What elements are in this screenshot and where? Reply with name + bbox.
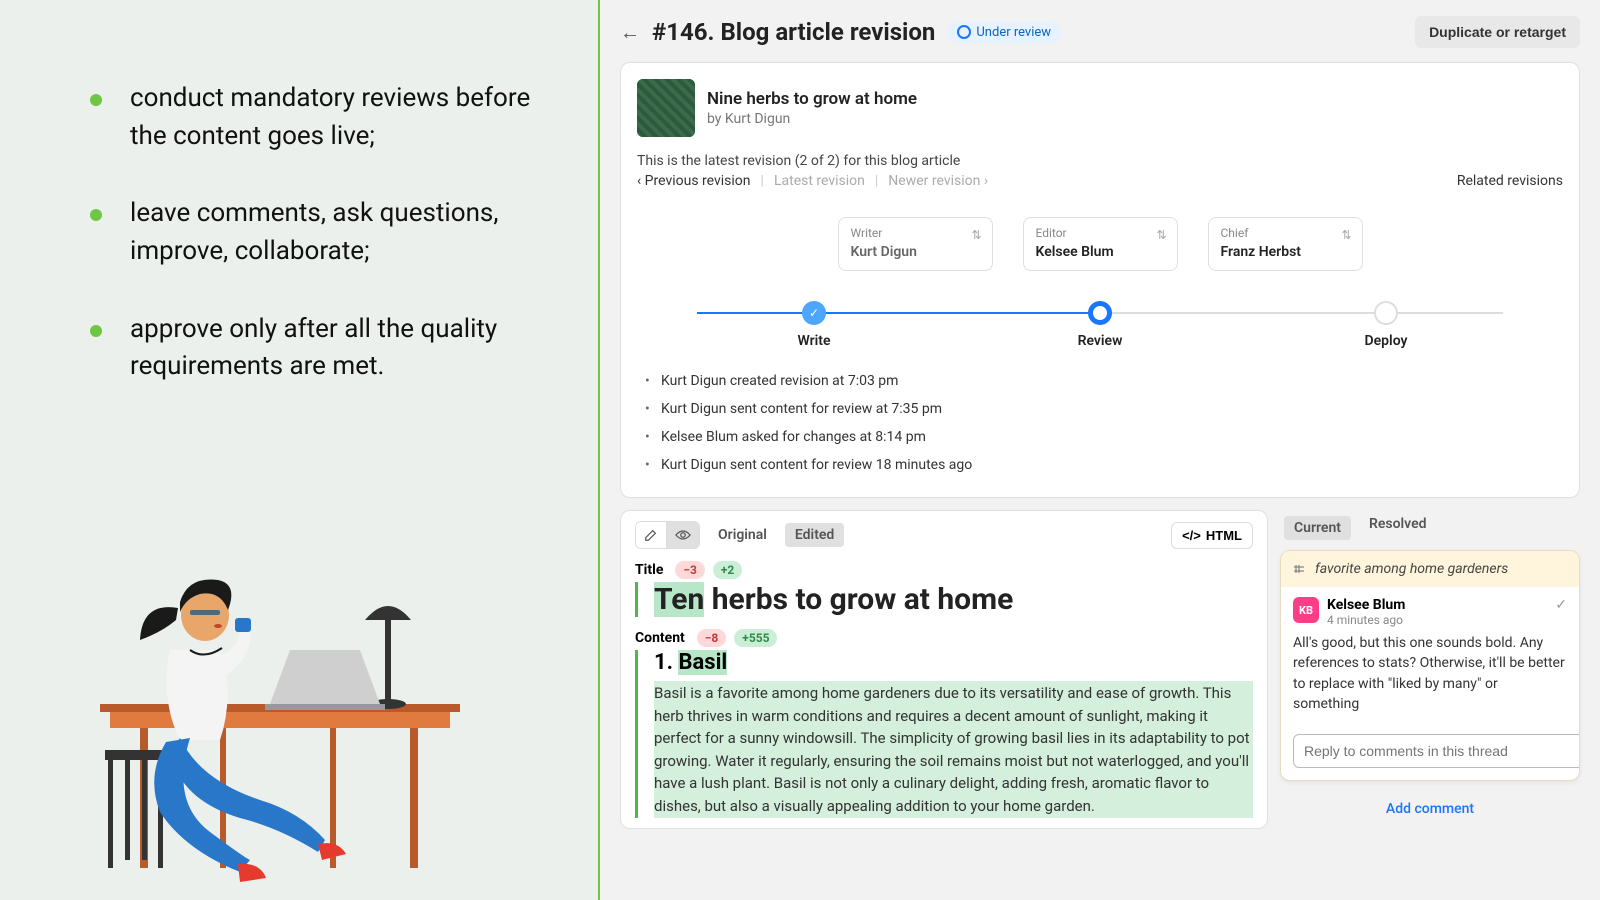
bullet-item: leave comments, ask questions, improve, … bbox=[90, 195, 548, 270]
quote-icon bbox=[1293, 563, 1307, 575]
comments-tab-resolved[interactable]: Resolved bbox=[1369, 516, 1427, 540]
status-badge: Under review bbox=[947, 22, 1061, 43]
edit-mode-button[interactable] bbox=[636, 522, 667, 548]
newer-revision-link: Newer revision › bbox=[888, 173, 988, 189]
step-deploy-dot bbox=[1374, 301, 1398, 325]
activity-item: Kurt Digun created revision at 7:03 pm bbox=[645, 367, 1555, 395]
content-diff-removed: −8 bbox=[697, 629, 727, 647]
prev-revision-link[interactable]: ‹ Previous revision bbox=[637, 173, 751, 189]
resolve-check-icon[interactable]: ✓ bbox=[1555, 597, 1567, 613]
html-view-button[interactable]: </>HTML bbox=[1171, 522, 1253, 549]
duplicate-button[interactable]: Duplicate or retarget bbox=[1415, 16, 1580, 48]
chevron-updown-icon: ⇅ bbox=[1156, 228, 1166, 242]
role-writer[interactable]: ⇅ Writer Kurt Digun bbox=[838, 217, 993, 271]
avatar: KB bbox=[1293, 597, 1319, 623]
content-paragraph: Basil is a favorite among home gardeners… bbox=[654, 681, 1253, 818]
article-byline: by Kurt Digun bbox=[707, 111, 917, 127]
comment-reference: favorite among home gardeners bbox=[1315, 561, 1508, 577]
back-arrow-icon[interactable]: ← bbox=[620, 20, 640, 45]
preview-mode-button[interactable] bbox=[667, 522, 699, 548]
revision-summary: This is the latest revision (2 of 2) for… bbox=[637, 153, 1563, 169]
tab-edited[interactable]: Edited bbox=[785, 523, 844, 547]
article-title: Nine herbs to grow at home bbox=[707, 89, 917, 109]
activity-item: Kurt Digun sent content for review at 7:… bbox=[645, 395, 1555, 423]
activity-item: Kurt Digun sent content for review 18 mi… bbox=[645, 451, 1555, 479]
step-write-dot: ✓ bbox=[802, 301, 826, 325]
add-comment-link[interactable]: Add comment bbox=[1280, 801, 1580, 817]
marketing-bullets: conduct mandatory reviews before the con… bbox=[90, 80, 548, 386]
role-chief[interactable]: ⇅ Chief Franz Herbst bbox=[1208, 217, 1363, 271]
content-label: Content bbox=[635, 630, 685, 646]
content-diff-added: +555 bbox=[734, 629, 777, 647]
related-revisions-link[interactable]: Related revisions bbox=[1457, 173, 1563, 189]
bullet-item: conduct mandatory reviews before the con… bbox=[90, 80, 548, 155]
title-label: Title bbox=[635, 562, 663, 578]
activity-item: Kelsee Blum asked for changes at 8:14 pm bbox=[645, 423, 1555, 451]
illustration bbox=[70, 520, 490, 900]
title-diff-added: +2 bbox=[713, 561, 742, 579]
activity-log: Kurt Digun created revision at 7:03 pm K… bbox=[621, 361, 1579, 497]
latest-revision-link: Latest revision bbox=[774, 173, 865, 189]
bullet-item: approve only after all the quality requi… bbox=[90, 311, 548, 386]
code-icon: </> bbox=[1182, 528, 1201, 543]
step-review-dot bbox=[1088, 301, 1112, 325]
title-diff-removed: −3 bbox=[675, 561, 705, 579]
tab-original[interactable]: Original bbox=[712, 523, 773, 547]
comment-time: 4 minutes ago bbox=[1327, 613, 1405, 627]
content-heading: 1. Basil bbox=[654, 650, 1253, 675]
edited-title: Ten herbs to grow at home bbox=[635, 582, 1253, 617]
page-title: #146. Blog article revision bbox=[652, 18, 935, 46]
chevron-updown-icon: ⇅ bbox=[1341, 228, 1351, 242]
reply-input[interactable] bbox=[1293, 734, 1580, 768]
role-editor[interactable]: ⇅ Editor Kelsee Blum bbox=[1023, 217, 1178, 271]
comment-thread: favorite among home gardeners KB Kelsee … bbox=[1280, 550, 1580, 781]
workflow-timeline: ✓Write Review Deploy bbox=[671, 301, 1529, 351]
article-thumbnail bbox=[637, 79, 695, 137]
comment-author: Kelsee Blum bbox=[1327, 597, 1405, 613]
comments-tab-current[interactable]: Current bbox=[1284, 516, 1351, 540]
chevron-updown-icon: ⇅ bbox=[971, 228, 981, 242]
comment-text: All's good, but this one sounds bold. An… bbox=[1293, 633, 1567, 714]
